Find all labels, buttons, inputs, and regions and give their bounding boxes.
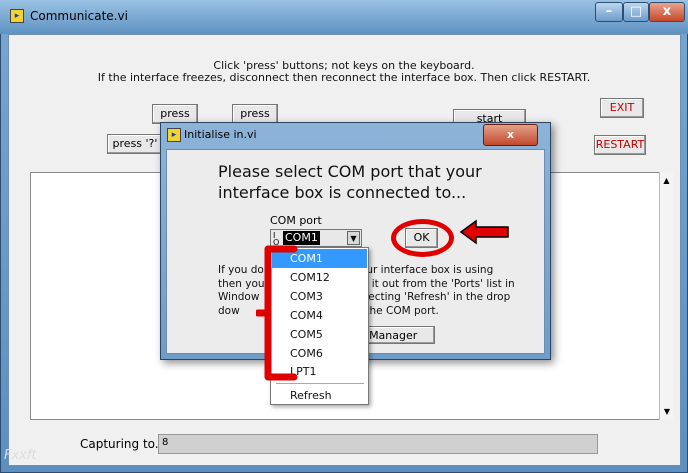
annotation-circle	[391, 219, 454, 257]
info-fragment: dow	[218, 304, 240, 317]
press-n-button[interactable]: press 'n'	[232, 104, 278, 138]
info-fragment: selecting 'Refresh' in the drop	[353, 291, 511, 303]
app-icon: ▸	[10, 9, 24, 23]
minimize-button[interactable]: –	[595, 2, 623, 22]
dropdown-item-refresh[interactable]: Refresh	[272, 386, 367, 405]
scroll-up-icon[interactable]: ▲	[660, 176, 673, 185]
dialog-close-button[interactable]: x	[483, 124, 538, 146]
chevron-down-icon[interactable]: ▼	[347, 231, 360, 245]
path-icon: 8	[162, 437, 169, 448]
exit-button[interactable]: EXIT	[600, 98, 644, 118]
info-fragment: ork it out from the 'Ports' list in	[351, 277, 515, 290]
restart-button[interactable]: RESTART	[594, 135, 646, 155]
close-button[interactable]: x	[649, 2, 685, 22]
com-port-label: COM port	[270, 214, 322, 227]
press-y-button[interactable]: press 'y'	[152, 104, 198, 138]
capture-path-field[interactable]: 8	[158, 434, 598, 454]
press-question-button[interactable]: press '?'	[107, 134, 163, 154]
info-fragment: Window	[218, 291, 260, 303]
capture-label: Capturing to...	[80, 437, 167, 451]
dialog-title: Initialise in.vi	[184, 128, 257, 141]
dialog-app-icon: ▸	[167, 128, 181, 142]
dropdown-separator	[276, 383, 364, 384]
vertical-scrollbar[interactable]: ▲ ▼	[659, 172, 673, 420]
window-title: Communicate.vi	[30, 9, 128, 23]
dialog-prompt: Please select COM port that your interfa…	[218, 162, 482, 202]
annotation-bracket	[256, 245, 298, 381]
annotation-arrow-icon	[459, 219, 509, 245]
instruction-line-2: If the interface freezes, disconnect the…	[97, 71, 591, 84]
scroll-down-icon[interactable]: ▼	[660, 407, 674, 416]
watermark: Fxxft	[4, 448, 37, 463]
maximize-button[interactable]: □	[623, 2, 649, 22]
